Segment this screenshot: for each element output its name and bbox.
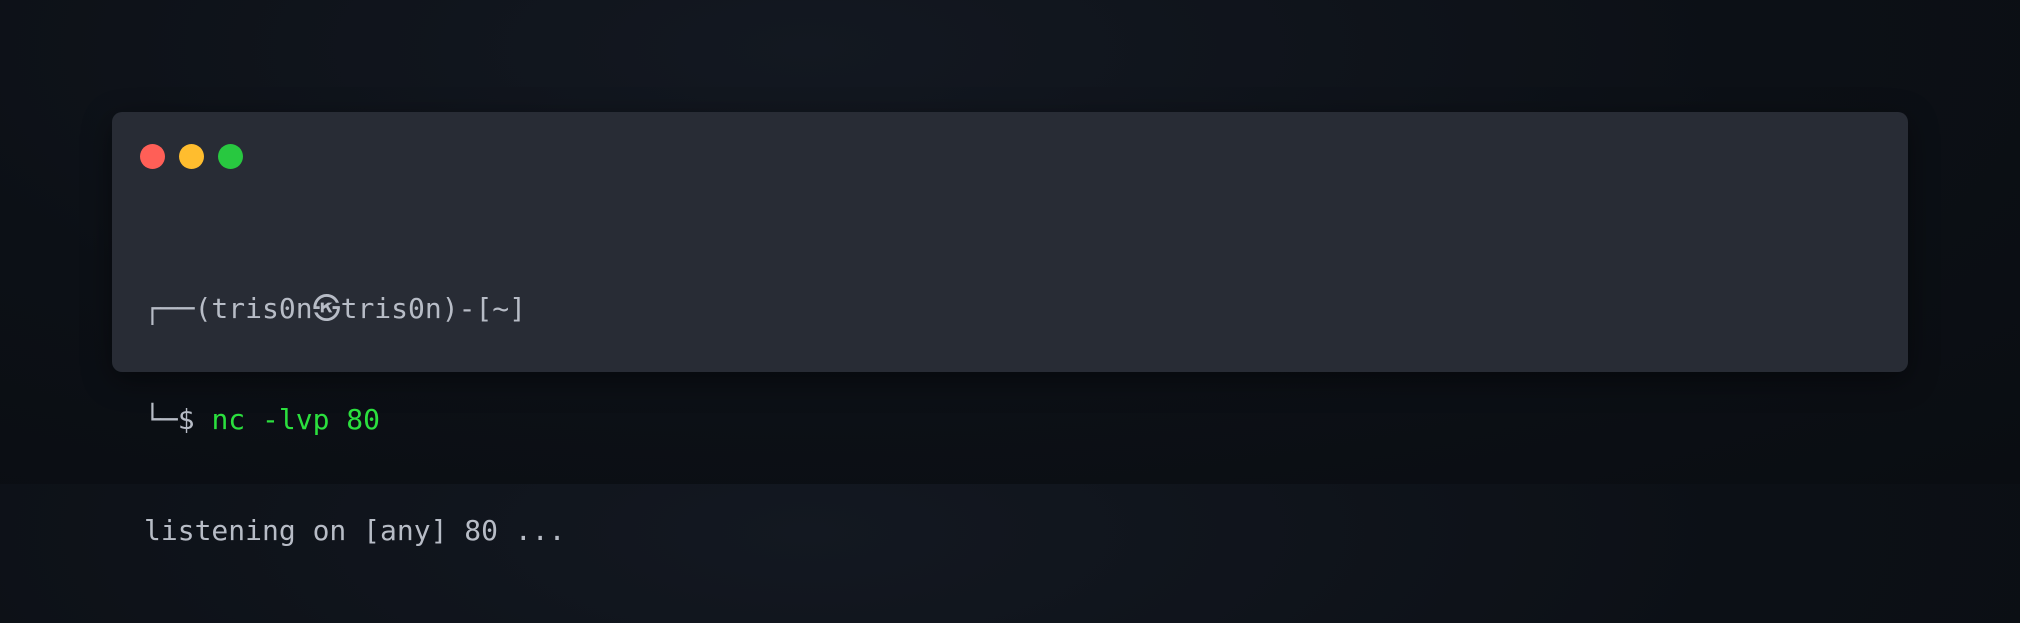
output-line: listening on [any] 80 ... bbox=[144, 514, 566, 547]
terminal-output[interactable]: ┌──(tris0n㉿tris0n)-[~] └─$ nc -lvp 80 li… bbox=[144, 216, 1876, 623]
prompt-line: ┌──(tris0n㉿tris0n)-[~] bbox=[144, 290, 1876, 327]
prompt-corner-top: ┌── bbox=[144, 292, 195, 325]
prompt-corner-bottom: └─$ bbox=[144, 403, 195, 436]
command-line: └─$ nc -lvp 80 bbox=[144, 401, 1876, 438]
terminal-window: ┌──(tris0n㉿tris0n)-[~] └─$ nc -lvp 80 li… bbox=[112, 112, 1908, 547]
window-controls bbox=[140, 144, 243, 170]
command-text: nc -lvp 80 bbox=[211, 403, 381, 436]
close-button[interactable] bbox=[140, 144, 165, 169]
prompt-user-host: (tris0n㉿tris0n)-[~] bbox=[194, 292, 527, 325]
maximize-button[interactable] bbox=[218, 144, 243, 169]
minimize-button[interactable] bbox=[179, 144, 204, 169]
